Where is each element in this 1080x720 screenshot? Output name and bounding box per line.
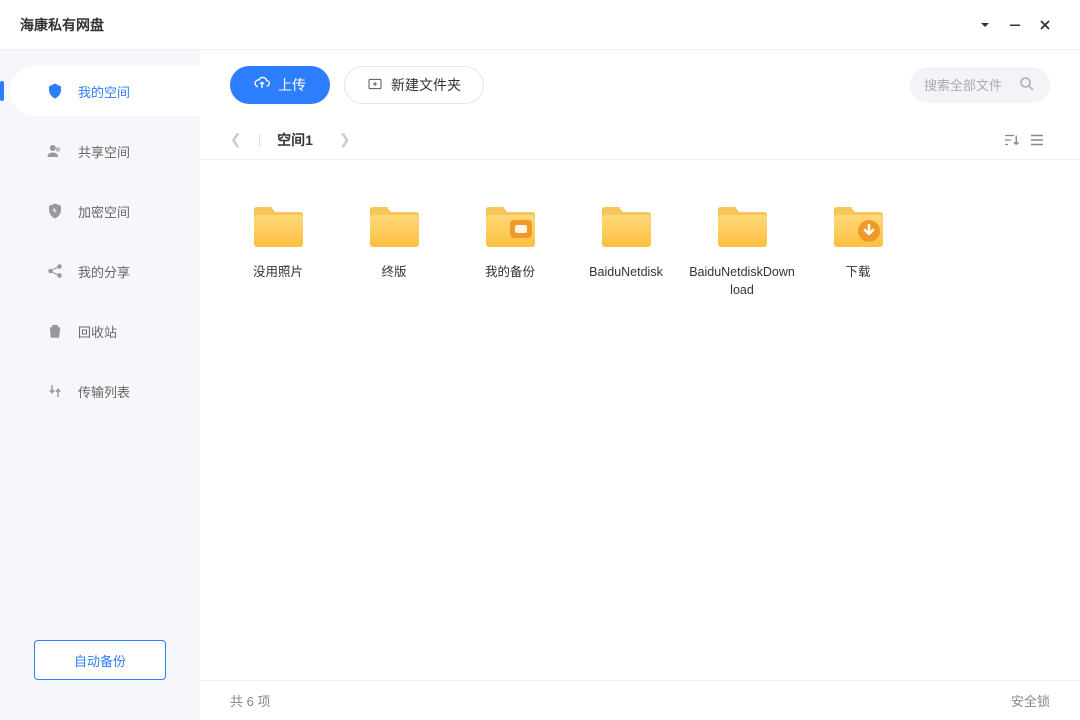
sidebar-item-encrypt-space[interactable]: 加密空间 xyxy=(0,186,200,236)
close-button[interactable] xyxy=(1030,10,1060,40)
item-count: 共 6 项 xyxy=(230,691,270,710)
sidebar-item-trash[interactable]: 回收站 xyxy=(0,306,200,356)
titlebar: 海康私有网盘 xyxy=(0,0,1080,50)
dropdown-icon[interactable] xyxy=(970,10,1000,40)
app-title: 海康私有网盘 xyxy=(20,15,104,35)
search-box[interactable] xyxy=(910,67,1050,103)
upload-label: 上传 xyxy=(278,75,306,95)
status-bar: 共 6 项 安全锁 xyxy=(200,680,1080,720)
security-lock[interactable]: 安全锁 xyxy=(1011,691,1050,710)
folder-item[interactable]: 我的备份 xyxy=(452,190,568,303)
folder-icon xyxy=(688,194,796,254)
sidebar-item-label: 回收站 xyxy=(78,322,117,341)
breadcrumb-row: ❮ | 空间1 ❯ xyxy=(200,120,1080,160)
breadcrumb-current[interactable]: 空间1 xyxy=(277,130,313,150)
breadcrumb-separator: | xyxy=(258,132,261,147)
folder-name: 下载 xyxy=(804,264,912,282)
file-grid: 没用照片 终版 我的备份 BaiduNetdisk xyxy=(200,160,1080,680)
view-list-button[interactable] xyxy=(1024,127,1050,153)
folder-name: BaiduNetdiskDownload xyxy=(688,264,796,299)
folder-item[interactable]: 终版 xyxy=(336,190,452,303)
sidebar-item-transfer[interactable]: 传输列表 xyxy=(0,366,200,416)
sidebar-item-my-share[interactable]: 我的分享 xyxy=(0,246,200,296)
search-input[interactable] xyxy=(924,78,1008,93)
sort-button[interactable] xyxy=(998,127,1024,153)
folder-name: 我的备份 xyxy=(456,264,564,282)
nav-forward-icon[interactable]: ❯ xyxy=(339,131,351,148)
breadcrumb: ❮ | 空间1 ❯ xyxy=(230,130,351,150)
trash-icon xyxy=(46,322,64,340)
folder-icon xyxy=(224,194,332,254)
space-icon xyxy=(46,82,64,100)
folder-name: BaiduNetdisk xyxy=(572,264,680,282)
transfer-icon xyxy=(46,382,64,400)
cloud-upload-icon xyxy=(254,76,270,95)
search-icon xyxy=(1018,75,1036,96)
folder-icon xyxy=(804,194,912,254)
sidebar-item-label: 我的分享 xyxy=(78,262,130,281)
toolbar: 上传 新建文件夹 xyxy=(200,50,1080,120)
sidebar-item-label: 加密空间 xyxy=(78,202,130,221)
folder-icon xyxy=(572,194,680,254)
folder-name: 终版 xyxy=(340,264,448,282)
share-space-icon xyxy=(46,142,64,160)
new-folder-label: 新建文件夹 xyxy=(391,75,461,95)
new-folder-icon xyxy=(367,76,383,95)
minimize-button[interactable] xyxy=(1000,10,1030,40)
share-icon xyxy=(46,262,64,280)
folder-item[interactable]: BaiduNetdiskDownload xyxy=(684,190,800,303)
sidebar-item-label: 我的空间 xyxy=(78,82,130,101)
folder-icon xyxy=(340,194,448,254)
folder-item[interactable]: BaiduNetdisk xyxy=(568,190,684,303)
sidebar-item-label: 传输列表 xyxy=(78,382,130,401)
sidebar-item-label: 共享空间 xyxy=(78,142,130,161)
shield-icon xyxy=(46,202,64,220)
new-folder-button[interactable]: 新建文件夹 xyxy=(344,66,484,104)
folder-icon xyxy=(456,194,564,254)
folder-item[interactable]: 下载 xyxy=(800,190,916,303)
folder-name: 没用照片 xyxy=(224,264,332,282)
main-area: 上传 新建文件夹 ❮ | 空间1 ❯ xyxy=(200,50,1080,720)
sidebar-item-shared-space[interactable]: 共享空间 xyxy=(0,126,200,176)
upload-button[interactable]: 上传 xyxy=(230,66,330,104)
folder-item[interactable]: 没用照片 xyxy=(220,190,336,303)
sidebar-item-my-space[interactable]: 我的空间 xyxy=(10,66,200,116)
sidebar: 我的空间 共享空间 加密空间 我的分享 回收站 xyxy=(0,50,200,720)
auto-backup-button[interactable]: 自动备份 xyxy=(34,640,166,680)
nav-back-icon[interactable]: ❮ xyxy=(230,131,242,148)
